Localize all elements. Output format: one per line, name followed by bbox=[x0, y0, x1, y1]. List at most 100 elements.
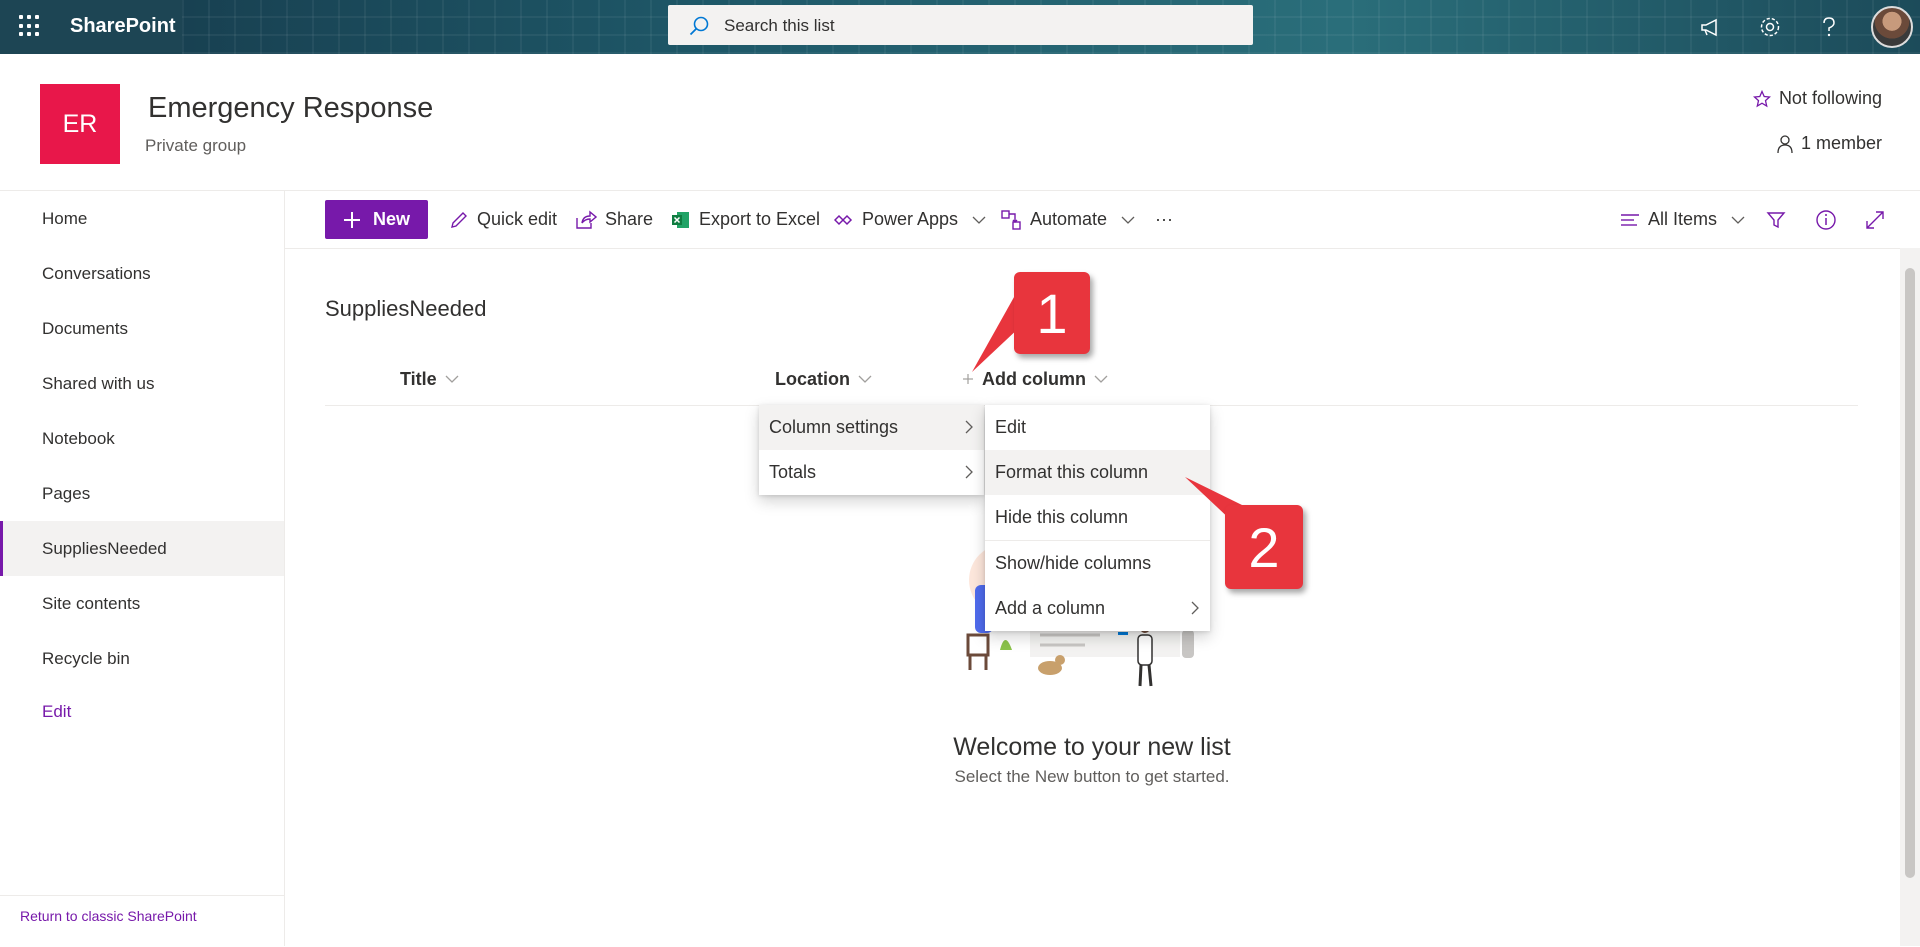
chevron-down-icon bbox=[1121, 216, 1135, 224]
power-apps-button[interactable]: Power Apps bbox=[834, 200, 986, 239]
more-commands-button[interactable]: ··· bbox=[1155, 200, 1173, 239]
nav-item-shared-with-us[interactable]: Shared with us bbox=[0, 356, 284, 411]
info-button[interactable] bbox=[1815, 200, 1837, 239]
menu-item-add-a-column[interactable]: Add a column bbox=[985, 586, 1210, 631]
nav-item-label: Notebook bbox=[42, 428, 115, 448]
nav-item-conversations[interactable]: Conversations bbox=[0, 246, 284, 301]
chevron-right-icon bbox=[1191, 601, 1199, 615]
members-label: 1 member bbox=[1800, 133, 1882, 153]
nav-item-label: Recycle bin bbox=[42, 648, 130, 668]
nav-item-recycle-bin[interactable]: Recycle bin bbox=[0, 631, 284, 686]
left-navigation: Home Conversations Documents Shared with… bbox=[0, 191, 285, 946]
nav-item-site-contents[interactable]: Site contents bbox=[0, 576, 284, 631]
megaphone-icon[interactable] bbox=[1696, 12, 1726, 42]
command-bar: New Quick edit Share Export to Excel Pow… bbox=[285, 191, 1920, 249]
return-to-classic-link[interactable]: Return to classic SharePoint bbox=[20, 908, 197, 924]
follow-label: Not following bbox=[1778, 88, 1882, 108]
share-icon bbox=[576, 210, 597, 229]
chevron-right-icon bbox=[965, 465, 973, 479]
list-title: SuppliesNeeded bbox=[325, 296, 487, 321]
empty-state-heading: Welcome to your new list bbox=[953, 733, 1231, 761]
nav-item-documents[interactable]: Documents bbox=[0, 301, 284, 356]
filter-icon bbox=[1766, 211, 1786, 228]
menu-item-label: Column settings bbox=[769, 417, 899, 437]
help-icon[interactable] bbox=[1814, 12, 1844, 42]
column-header-title[interactable]: Title bbox=[400, 362, 459, 396]
menu-item-show-hide-columns[interactable]: Show/hide columns bbox=[985, 541, 1210, 586]
quick-edit-label: Quick edit bbox=[477, 209, 558, 229]
chevron-down-icon bbox=[972, 216, 986, 224]
fullscreen-button[interactable] bbox=[1865, 200, 1885, 239]
user-avatar[interactable] bbox=[1871, 6, 1913, 48]
menu-item-column-settings[interactable]: Column settings bbox=[759, 405, 984, 450]
column-header-location[interactable]: Location bbox=[775, 362, 872, 396]
new-button[interactable]: New bbox=[325, 200, 428, 239]
callout-number: 1 bbox=[1036, 281, 1068, 345]
site-title[interactable]: Emergency Response bbox=[148, 92, 433, 125]
column-settings-submenu: Edit Format this column Hide this column… bbox=[985, 405, 1210, 631]
nav-item-label: Home bbox=[42, 208, 88, 228]
members-button[interactable]: 1 member bbox=[1775, 133, 1882, 154]
callout-number: 2 bbox=[1248, 515, 1280, 579]
menu-item-hide-this-column[interactable]: Hide this column bbox=[985, 495, 1210, 540]
automate-button[interactable]: Automate bbox=[1000, 200, 1135, 239]
menu-item-label: Show/hide columns bbox=[995, 553, 1152, 573]
person-icon bbox=[1777, 134, 1793, 153]
share-button[interactable]: Share bbox=[575, 200, 653, 239]
automate-icon bbox=[1001, 209, 1021, 230]
menu-item-label: Add a column bbox=[995, 598, 1106, 618]
chevron-down-icon bbox=[1094, 375, 1108, 383]
quick-edit-button[interactable]: Quick edit bbox=[449, 200, 557, 239]
brand-link[interactable]: SharePoint bbox=[58, 0, 182, 54]
column-header-label: Title bbox=[400, 368, 437, 389]
nav-edit-label: Edit bbox=[42, 701, 72, 721]
empty-state-subtext: Select the New button to get started. bbox=[954, 767, 1230, 786]
suite-bar: SharePoint bbox=[0, 0, 1920, 54]
nav-item-suppliesneeded[interactable]: SuppliesNeeded bbox=[0, 521, 284, 576]
search-input[interactable] bbox=[722, 12, 1226, 40]
site-subtitle: Private group bbox=[145, 136, 247, 155]
nav-item-label: Conversations bbox=[42, 263, 151, 283]
excel-icon bbox=[672, 211, 689, 228]
nav-item-label: Documents bbox=[42, 318, 128, 338]
column-header-label: Location bbox=[775, 368, 850, 389]
export-to-excel-button[interactable]: Export to Excel bbox=[671, 200, 820, 239]
search-box[interactable] bbox=[668, 5, 1253, 45]
vertical-scrollbar[interactable] bbox=[1900, 248, 1920, 946]
chevron-right-icon bbox=[965, 420, 973, 434]
scrollbar-thumb[interactable] bbox=[1905, 268, 1915, 878]
view-list-icon bbox=[1621, 213, 1639, 226]
nav-item-notebook[interactable]: Notebook bbox=[0, 411, 284, 466]
chevron-down-icon bbox=[858, 375, 872, 383]
callout-2: 2 bbox=[1225, 505, 1303, 589]
menu-item-label: Edit bbox=[995, 417, 1027, 437]
site-logo[interactable]: ER bbox=[40, 84, 120, 164]
nav-footer: Return to classic SharePoint bbox=[0, 895, 284, 947]
info-icon bbox=[1816, 209, 1836, 230]
share-label: Share bbox=[605, 209, 654, 229]
waffle-icon bbox=[19, 15, 41, 37]
follow-button[interactable]: Not following bbox=[1752, 88, 1882, 109]
filter-button[interactable] bbox=[1766, 200, 1786, 239]
power-apps-label: Power Apps bbox=[862, 209, 959, 229]
chevron-down-icon bbox=[445, 375, 459, 383]
nav-edit-link[interactable]: Edit bbox=[0, 684, 284, 739]
site-header: ER Emergency Response Private group Not … bbox=[0, 54, 1920, 191]
menu-item-format-this-column[interactable]: Format this column bbox=[985, 450, 1210, 495]
nav-item-label: Site contents bbox=[42, 593, 141, 613]
callout-1: 1 bbox=[1014, 272, 1090, 354]
menu-item-totals[interactable]: Totals bbox=[759, 450, 984, 495]
nav-item-home[interactable]: Home bbox=[0, 191, 284, 246]
pencil-icon bbox=[451, 211, 467, 228]
menu-item-edit[interactable]: Edit bbox=[985, 405, 1210, 450]
app-launcher-button[interactable] bbox=[0, 0, 58, 54]
view-label: All Items bbox=[1648, 209, 1718, 229]
column-context-menu: Column settings Totals bbox=[759, 405, 984, 495]
automate-label: Automate bbox=[1030, 209, 1108, 229]
nav-item-pages[interactable]: Pages bbox=[0, 466, 284, 521]
gear-icon[interactable] bbox=[1755, 12, 1785, 42]
search-icon bbox=[689, 16, 709, 36]
view-selector[interactable]: All Items bbox=[1620, 200, 1745, 239]
new-button-label: New bbox=[373, 209, 411, 229]
menu-item-label: Hide this column bbox=[995, 507, 1129, 527]
